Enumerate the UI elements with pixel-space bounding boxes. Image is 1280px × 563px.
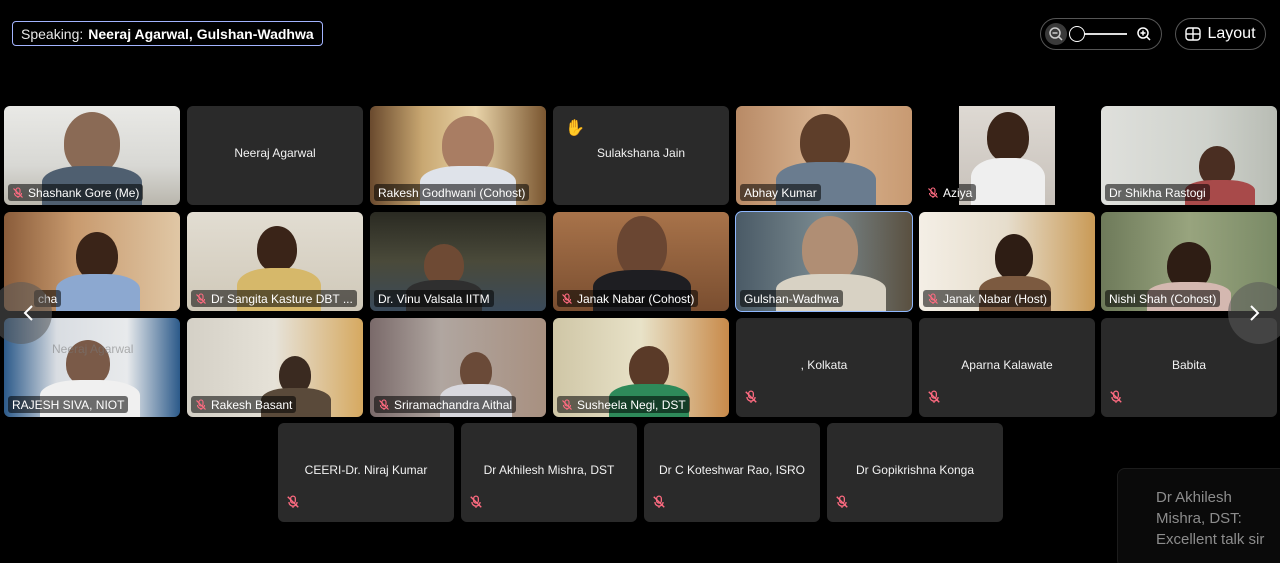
muted-mic-icon [195,398,207,411]
participant-label: RAJESH SIVA, NIOT [8,396,129,413]
zoom-slider[interactable] [1069,26,1127,42]
participant-name: Gulshan-Wadhwa [744,291,839,306]
chevron-right-icon [1250,305,1260,321]
participant-name: Dr Akhilesh Mishra, DST [483,463,615,477]
participant-tile[interactable]: Janak Nabar (Cohost) [553,212,729,311]
participant-label: Sriramachandra Aithal [374,396,517,413]
participant-name: Abhay Kumar [744,185,817,200]
participant-tile[interactable]: Sriramachandra Aithal [370,318,546,417]
participant-label: Nishi Shah (Cohost) [1105,290,1221,307]
muted-mic-icon [652,495,666,514]
layout-grid-icon [1185,27,1202,41]
participant-tile[interactable]: Dr C Koteshwar Rao, ISRO [644,423,820,522]
participant-tile[interactable]: Dr Shikha Rastogi [1101,106,1277,205]
participant-name: Rakesh Basant [211,397,293,412]
raised-hand-icon: ✋ [565,120,585,137]
participant-label: Aziya [923,184,977,201]
participant-name: Dr Gopikrishna Konga [855,463,975,477]
participant-label: Abhay Kumar [740,184,821,201]
participant-name: , Kolkata [800,358,848,372]
participant-tile[interactable]: ✋ Sulakshana Jain [553,106,729,205]
chat-message-text: Dr Akhilesh Mishra, DST: Excellent talk … [1156,489,1265,548]
participant-label: Dr Shikha Rastogi [1105,184,1210,201]
participant-tile[interactable]: Abhay Kumar [736,106,912,205]
muted-mic-icon [744,390,758,409]
participant-name: Nishi Shah (Cohost) [1109,291,1217,306]
muted-mic-icon [561,292,573,305]
participant-name: Shashank Gore (Me) [28,185,140,200]
participant-label: Dr. Vinu Valsala IITM [374,290,494,307]
participant-label: Rakesh Basant [191,396,297,413]
layout-label: Layout [1207,25,1256,42]
speaking-label: Speaking: [21,25,84,42]
chat-notification[interactable]: Dr Akhilesh Mishra, DST: Excellent talk … [1117,468,1280,563]
chevron-left-icon [23,305,33,321]
participant-name: Dr C Koteshwar Rao, ISRO [658,463,806,477]
muted-mic-icon [378,398,390,411]
participant-name: Dr Shikha Rastogi [1109,185,1206,200]
participant-name: Rakesh Godhwani (Cohost) [378,185,526,200]
participant-tile[interactable]: CEERI-Dr. Niraj Kumar [278,423,454,522]
participant-name: Aziya [943,185,973,200]
participant-tile[interactable]: Dr Gopikrishna Konga [827,423,1003,522]
participant-tile[interactable]: Dr Sangita Kasture DBT ... [187,212,363,311]
participant-tile[interactable]: Aparna Kalawate [919,318,1095,417]
participant-label: Shashank Gore (Me) [8,184,144,201]
muted-mic-icon [835,495,849,514]
participant-tile[interactable]: , Kolkata [736,318,912,417]
participant-tile[interactable]: Rakesh Basant [187,318,363,417]
participant-tile[interactable]: Shashank Gore (Me) [4,106,180,205]
participant-tile[interactable]: Susheela Negi, DST [553,318,729,417]
participant-name: Janak Nabar (Host) [943,291,1048,306]
zoom-slider-knob[interactable] [1069,26,1085,42]
layout-button[interactable]: Layout [1175,18,1266,50]
participant-tile[interactable]: Janak Nabar (Host) [919,212,1095,311]
muted-mic-icon [286,495,300,514]
participant-label: Susheela Negi, DST [557,396,690,413]
watermark-text: Neeraj Agarwal [52,342,134,356]
muted-mic-icon [195,292,207,305]
participant-name: Aparna Kalawate [961,358,1053,372]
participant-label: Janak Nabar (Host) [923,290,1052,307]
zoom-in-icon[interactable] [1133,23,1155,45]
participant-tile[interactable]: Dr Akhilesh Mishra, DST [461,423,637,522]
participant-tile[interactable]: Aziya [919,106,1095,205]
muted-mic-icon [927,186,939,199]
participant-name: Susheela Negi, DST [577,397,686,412]
participant-tile-active-speaker[interactable]: Gulshan-Wadhwa [735,211,913,312]
participant-name: Dr. Vinu Valsala IITM [378,291,490,306]
participant-label: Janak Nabar (Cohost) [557,290,699,307]
muted-mic-icon [1109,390,1123,409]
muted-mic-icon [927,292,939,305]
muted-mic-icon [12,186,24,199]
participant-name: Neeraj Agarwal [234,146,316,160]
participant-name: Sulakshana Jain [596,146,686,160]
participant-name: Babita [1171,358,1207,372]
participant-label: Rakesh Godhwani (Cohost) [374,184,530,201]
participant-name: CEERI-Dr. Niraj Kumar [304,463,428,477]
speaking-indicator: Speaking: Neeraj Agarwal, Gulshan-Wadhwa [12,21,323,46]
zoom-control[interactable] [1040,18,1162,50]
participant-tile[interactable]: Rakesh Godhwani (Cohost) [370,106,546,205]
participant-label: Gulshan-Wadhwa [740,290,843,307]
participant-name: Sriramachandra Aithal [394,397,513,412]
muted-mic-icon [469,495,483,514]
speaking-names: Neeraj Agarwal, Gulshan-Wadhwa [88,25,314,42]
participant-name: Dr Sangita Kasture DBT ... [211,291,353,306]
participant-tile[interactable]: Dr. Vinu Valsala IITM [370,212,546,311]
muted-mic-icon [927,390,941,409]
muted-mic-icon [561,398,573,411]
zoom-out-icon[interactable] [1045,23,1067,45]
participant-label: Dr Sangita Kasture DBT ... [191,290,357,307]
participant-name: Janak Nabar (Cohost) [577,291,695,306]
participant-tile[interactable]: Neeraj Agarwal [187,106,363,205]
participant-name: RAJESH SIVA, NIOT [12,397,125,412]
